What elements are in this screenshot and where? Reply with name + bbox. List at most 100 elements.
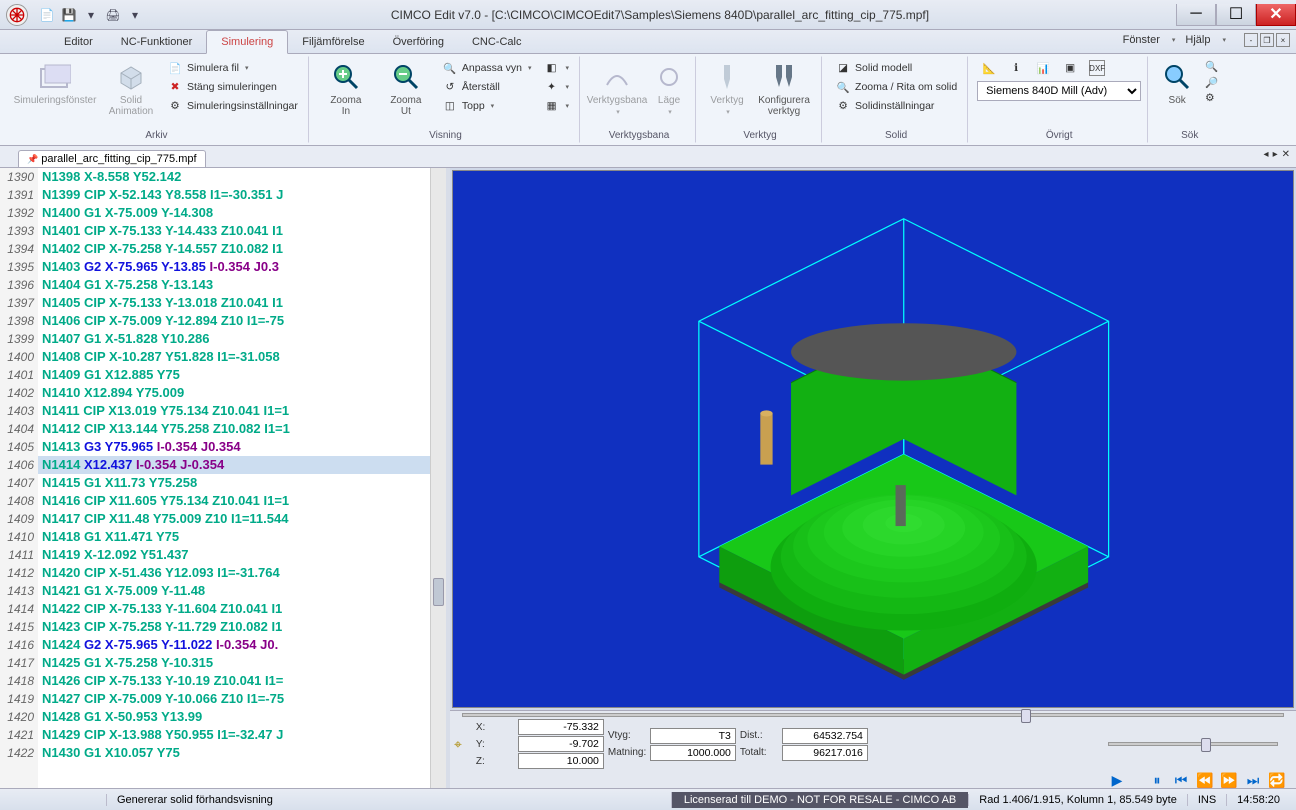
loop-button[interactable]: 🔁	[1268, 771, 1286, 789]
mdi-minimize-icon[interactable]: -	[1244, 33, 1258, 47]
tab-nc-funktioner[interactable]: NC-Funktioner	[107, 30, 207, 53]
ribbon-group-verktygsbana: Verktygsbana▾ Läge▾ Verktygsbana	[582, 56, 696, 143]
ovrigt-btn1[interactable]: 📐	[977, 59, 1001, 77]
tab-close[interactable]: ✕	[1282, 149, 1290, 160]
title-bar: 📄 💾 ▾ 🖨 ▾ CIMCO Edit v7.0 - [C:\CIMCO\CI…	[0, 0, 1296, 30]
skip-start-button[interactable]: ⏮	[1172, 771, 1190, 789]
qat-dropdown[interactable]: ▾	[82, 6, 100, 24]
verktygsbana-button[interactable]: Verktygsbana▾	[589, 59, 645, 118]
zoom-out-button[interactable]: Zooma Ut	[378, 59, 434, 119]
pin-icon: 📌	[27, 154, 38, 165]
editor-scrollbar[interactable]	[430, 168, 446, 788]
status-license: Licenserad till DEMO - NOT FOR RESALE - …	[671, 792, 968, 808]
vtyg-label: Vtyg:	[608, 730, 648, 741]
mdi-close-icon[interactable]: ×	[1276, 33, 1290, 47]
ovrigt-btn3[interactable]: 📊	[1031, 59, 1055, 77]
minimize-button[interactable]: ─	[1176, 4, 1216, 26]
solid-modell-button[interactable]: ◪Solid modell	[831, 59, 961, 77]
view-extra2[interactable]: ✦▾	[540, 78, 574, 96]
verktyg-button[interactable]: Verktyg▾	[705, 59, 749, 118]
ribbon-group-solid: ◪Solid modell 🔍Zooma / Rita om solid ⚙So…	[824, 56, 968, 143]
solid-settings-button[interactable]: ⚙Solidinställningar	[831, 97, 961, 115]
menu-hjalp[interactable]: Hjälp	[1185, 34, 1210, 46]
tab-scroll-right[interactable]: ▸	[1273, 149, 1278, 160]
sok-opt2[interactable]: 🔎	[1201, 75, 1222, 90]
simuleringsfonster-button[interactable]: Simuleringsfönster	[11, 59, 99, 108]
ribbon: Simuleringsfönster Solid Animation 📄Simu…	[0, 54, 1296, 146]
code-area[interactable]: N1398 X-8.558 Y52.142N1399 CIP X-52.143 …	[38, 168, 446, 788]
skip-end-button[interactable]: ⏭	[1244, 771, 1262, 789]
totalt-value: 96217.016	[782, 745, 868, 761]
line-gutter: 1390139113921393139413951396139713981399…	[0, 168, 38, 788]
stang-sim-button[interactable]: ✖Stäng simuleringen	[163, 78, 302, 96]
app-icon[interactable]	[6, 4, 28, 26]
view-extra1[interactable]: ◧▾	[540, 59, 574, 77]
totalt-label: Totalt:	[740, 747, 780, 758]
status-position: Rad 1.406/1.915, Kolumn 1, 85.549 byte	[968, 794, 1187, 806]
menu-fonster[interactable]: Fönster	[1123, 34, 1160, 46]
tab-filjamforelse[interactable]: Filjämförelse	[288, 30, 378, 53]
qat-more[interactable]: ▾	[126, 6, 144, 24]
view-extra3[interactable]: ▦▾	[540, 97, 574, 115]
sok-opt1[interactable]: 🔍	[1201, 59, 1222, 74]
konfig-verktyg-button[interactable]: Konfigurera verktyg	[753, 59, 815, 119]
solid-animation-button[interactable]: Solid Animation	[103, 59, 159, 119]
sim-settings-button[interactable]: ⚙Simuleringsinställningar	[163, 97, 302, 115]
pause-button[interactable]: ⏸	[1148, 771, 1166, 789]
step-back-button[interactable]: ⏪	[1196, 771, 1214, 789]
grid-icon: ▦	[544, 98, 560, 114]
mdi-restore-icon[interactable]: ❐	[1260, 33, 1274, 47]
save-icon[interactable]: 💾	[60, 6, 78, 24]
topp-button[interactable]: ◫Topp▾	[438, 97, 536, 115]
toolpath-icon	[601, 61, 633, 93]
scrollbar-thumb[interactable]	[433, 578, 444, 606]
sok-button[interactable]: Sök	[1157, 59, 1197, 108]
close-button[interactable]: ✕	[1256, 4, 1296, 26]
zoom-in-button[interactable]: Zooma In	[318, 59, 374, 119]
ribbon-tabs: Editor NC-Funktioner Simulering Filjämfö…	[0, 30, 1296, 54]
ovrigt-btn2[interactable]: ℹ	[1004, 59, 1028, 77]
tab-overforing[interactable]: Överföring	[379, 30, 458, 53]
code-editor[interactable]: 1390139113921393139413951396139713981399…	[0, 168, 450, 788]
ovrigt-btn4[interactable]: ▣	[1058, 59, 1082, 77]
zoom-solid-button[interactable]: 🔍Zooma / Rita om solid	[831, 78, 961, 96]
dxf-icon: DXF	[1089, 60, 1105, 76]
cube-icon: ◧	[544, 60, 560, 76]
ovrigt-btn5[interactable]: DXF	[1085, 59, 1109, 77]
new-doc-icon[interactable]: 📄	[38, 6, 56, 24]
viewport-panel: ⌖ X:-75.332 Y:-9.702 Z:10.000 Vtyg:T3 Ma…	[450, 168, 1296, 788]
tab-cnc-calc[interactable]: CNC-Calc	[458, 30, 536, 53]
reset-icon: ↺	[442, 79, 458, 95]
vtyg-value: T3	[650, 728, 736, 744]
tool-icon	[711, 61, 743, 93]
step-fwd-button[interactable]: ⏩	[1220, 771, 1238, 789]
status-time: 14:58:20	[1226, 794, 1290, 806]
settings-icon: ⚙	[167, 98, 183, 114]
bounds-icon: ▣	[1062, 60, 1078, 76]
maximize-button[interactable]: ☐	[1216, 4, 1256, 26]
print-icon[interactable]: 🖨	[104, 6, 122, 24]
tab-editor[interactable]: Editor	[50, 30, 107, 53]
quick-access-toolbar: 📄 💾 ▾ 🖨 ▾	[38, 6, 144, 24]
tab-simulering[interactable]: Simulering	[206, 30, 288, 54]
axes-icon: ✦	[544, 79, 560, 95]
zoom-in-icon	[330, 61, 362, 93]
machine-select[interactable]: Siemens 840D Mill (Adv)	[977, 81, 1141, 101]
timeline-slider[interactable]	[462, 713, 1284, 717]
anpassa-vyn-button[interactable]: 🔍Anpassa vyn▾	[438, 59, 536, 77]
speed-thumb[interactable]	[1201, 738, 1211, 752]
sok-opt3[interactable]: ⚙	[1201, 91, 1222, 105]
x-value: -75.332	[518, 719, 604, 735]
document-tab[interactable]: 📌 parallel_arc_fitting_cip_775.mpf	[18, 150, 206, 167]
speed-slider[interactable]	[1108, 742, 1278, 746]
aterstall-button[interactable]: ↺Återställ	[438, 78, 536, 96]
timeline-thumb[interactable]	[1021, 709, 1031, 723]
ribbon-group-verktyg: Verktyg▾ Konfigurera verktyg Verktyg	[698, 56, 822, 143]
lage-button[interactable]: Läge▾	[649, 59, 689, 118]
3d-viewport[interactable]	[452, 170, 1294, 708]
tab-scroll-left[interactable]: ◂	[1264, 149, 1269, 160]
measure-icon: 📐	[981, 60, 997, 76]
ribbon-group-sok: Sök 🔍 🔎 ⚙ Sök	[1150, 56, 1228, 143]
simulera-fil-button[interactable]: 📄Simulera fil▾	[163, 59, 302, 77]
play-button[interactable]: ▶	[1108, 771, 1126, 789]
